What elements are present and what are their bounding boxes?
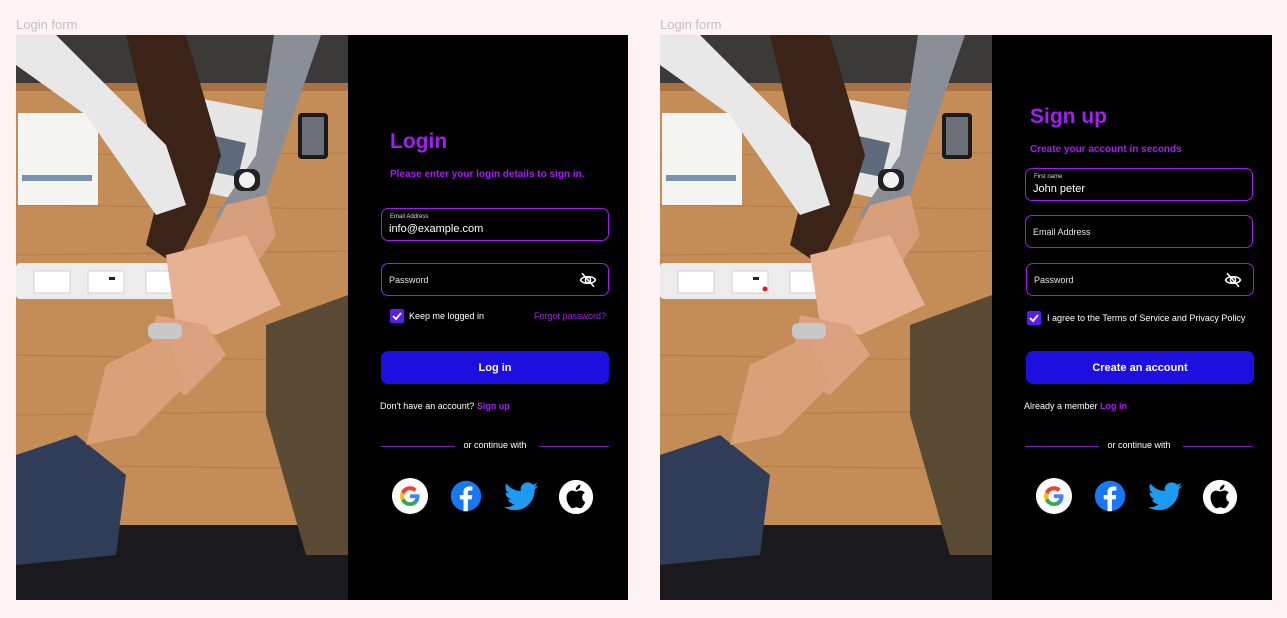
email-placeholder: Email Address	[1033, 227, 1091, 237]
remember-checkbox[interactable]	[390, 309, 404, 323]
social-login-row	[1035, 477, 1243, 517]
password-field[interactable]: Password	[1026, 263, 1254, 296]
page-subtitle: Create your account in seconds	[1030, 144, 1182, 155]
divider-text: or continue with	[463, 440, 527, 450]
password-placeholder: Password	[1034, 275, 1074, 285]
signup-panel: Sign up Create your account in seconds F…	[992, 35, 1272, 600]
signup-link[interactable]: Sign up	[477, 401, 510, 411]
login-prompt: Already a member Log in	[1024, 401, 1127, 411]
facebook-icon[interactable]	[1091, 477, 1129, 515]
signup-prompt: Don't have an account? Sign up	[380, 401, 510, 411]
checkmark-icon	[1029, 314, 1039, 323]
frame-label-login: Login form	[16, 17, 78, 32]
google-icon[interactable]	[391, 477, 429, 515]
remember-label: Keep me logged in	[409, 311, 485, 321]
terms-checkbox[interactable]	[1027, 311, 1041, 325]
create-account-button[interactable]: Create an account	[1026, 351, 1254, 384]
page-title: Login	[390, 130, 448, 153]
email-field[interactable]: Email Address info@example.com	[381, 208, 609, 241]
eye-off-icon[interactable]	[579, 271, 597, 289]
login-panel: Login Please enter your login details to…	[348, 35, 628, 600]
signup-prompt-text: Don't have an account?	[380, 401, 475, 411]
hero-photo	[660, 35, 992, 600]
page-title: Sign up	[1030, 105, 1107, 128]
checkmark-icon	[392, 312, 402, 321]
frame-label-signup: Login form	[660, 17, 722, 32]
divider-text: or continue with	[1107, 440, 1171, 450]
email-field[interactable]: Email Address	[1025, 215, 1253, 248]
login-link[interactable]: Log in	[1100, 401, 1127, 411]
forgot-password-link[interactable]: Forgot password?	[534, 311, 606, 321]
first-name-value: John peter	[1033, 183, 1085, 195]
password-placeholder: Password	[389, 275, 429, 285]
facebook-icon[interactable]	[447, 477, 485, 515]
hero-photo	[16, 35, 348, 600]
password-field[interactable]: Password	[381, 263, 609, 296]
terms-label: I agree to the Terms of Service and Priv…	[1047, 313, 1246, 323]
apple-icon[interactable]	[1201, 477, 1239, 515]
login-frame: Login Please enter your login details to…	[16, 35, 628, 600]
twitter-icon[interactable]	[502, 477, 540, 515]
login-button[interactable]: Log in	[381, 351, 609, 384]
email-field-label: Email Address	[390, 214, 429, 220]
login-prompt-text: Already a member	[1024, 401, 1098, 411]
signup-frame: Sign up Create your account in seconds F…	[660, 35, 1272, 600]
divider: or continue with	[381, 440, 609, 452]
social-login-row	[391, 477, 599, 517]
divider: or continue with	[1025, 440, 1253, 452]
twitter-icon[interactable]	[1146, 477, 1184, 515]
eye-off-icon[interactable]	[1224, 271, 1242, 289]
apple-icon[interactable]	[557, 477, 595, 515]
email-field-value: info@example.com	[389, 223, 484, 235]
first-name-label: First name	[1034, 174, 1063, 180]
page-subtitle: Please enter your login details to sign …	[390, 169, 585, 180]
first-name-field[interactable]: First name John peter	[1025, 168, 1253, 201]
google-icon[interactable]	[1035, 477, 1073, 515]
